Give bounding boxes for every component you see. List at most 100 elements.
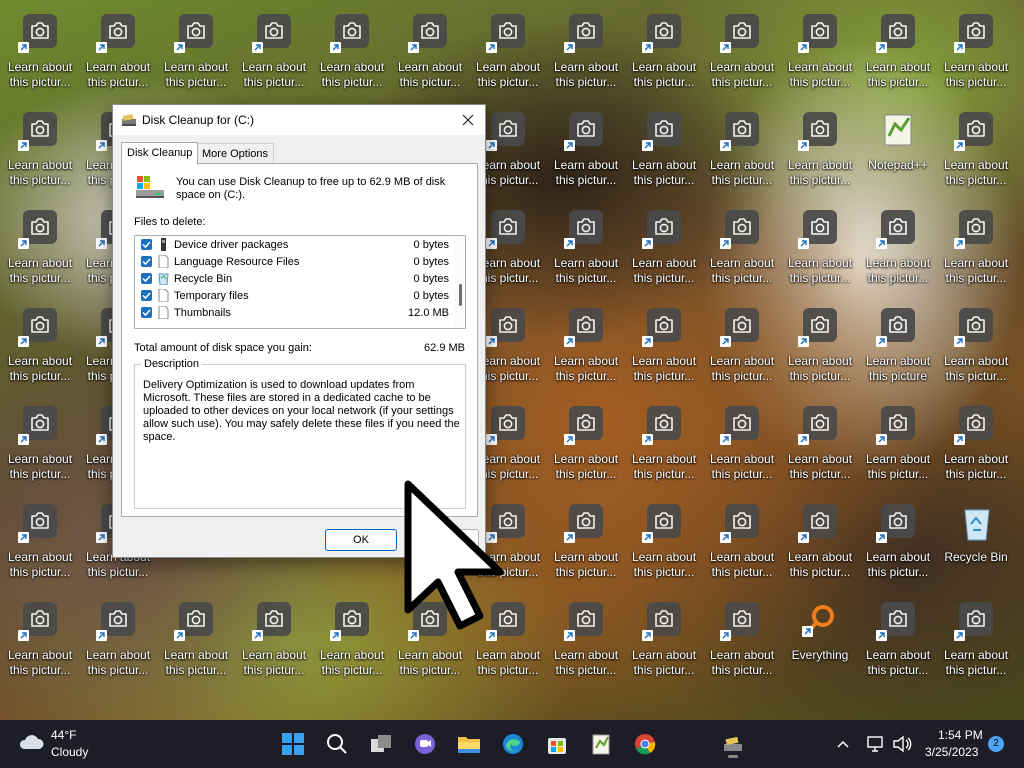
desktop-icon-learn-about-picture[interactable]: Learn about this pictur... (704, 8, 778, 100)
desktop-icon-learn-about-picture[interactable]: Learn about this pictur... (938, 106, 1012, 198)
list-item[interactable]: Recycle Bin 0 bytes (135, 271, 453, 288)
desktop-icon-notepad[interactable]: Notepad++ (860, 106, 934, 198)
desktop-icon-learn-about-picture[interactable]: Learn about this pictur... (704, 498, 778, 590)
desktop-icon-learn-about-picture[interactable]: Learn about this pictur... (392, 8, 466, 100)
desktop-icon-learn-about-picture[interactable]: Learn about this pictur... (704, 204, 778, 296)
desktop-icon-learn-about-picture[interactable]: Learn about this pictur... (2, 596, 76, 688)
clock-date[interactable]: 3/25/2023 (925, 745, 978, 759)
tab-disk-cleanup[interactable]: Disk Cleanup (121, 142, 199, 165)
desktop-icon-learn-about-picture[interactable]: Learn about this pictur... (782, 302, 856, 394)
desktop-icon-learn-about-picture[interactable]: Learn about this pictur... (548, 400, 622, 492)
list-item[interactable]: Device driver packages 0 bytes (135, 237, 453, 254)
volume-button[interactable] (888, 728, 916, 760)
desktop-icon-learn-about-picture[interactable]: Learn about this pictur... (314, 596, 388, 688)
task-view-button[interactable] (365, 728, 397, 760)
checkbox[interactable] (141, 273, 152, 284)
desktop-icon-learn-about-picture[interactable]: Learn about this pictur... (2, 204, 76, 296)
desktop-icon-learn-about-picture[interactable]: Learn about this pictur... (626, 302, 700, 394)
desktop-icon-learn-about-picture[interactable]: Learn about this pictur... (626, 8, 700, 100)
shortcut-arrow-icon (486, 238, 497, 249)
desktop-icon-learn-about-picture[interactable]: Learn about this pictur... (548, 204, 622, 296)
files-list[interactable]: Device driver packages 0 bytes Language … (134, 235, 466, 329)
desktop-icon-learn-about-picture[interactable]: Learn about this pictur... (626, 596, 700, 688)
desktop-icon-learn-about-picture[interactable]: Learn about this pictur... (548, 302, 622, 394)
scrollbar[interactable] (455, 236, 465, 328)
ok-button[interactable]: OK (325, 529, 397, 551)
checkbox[interactable] (141, 256, 152, 267)
desktop-icon-learn-about-picture[interactable]: Learn about this pictur... (782, 498, 856, 590)
network-button[interactable] (862, 728, 890, 760)
desktop-icon-learn-about-picture[interactable]: Learn about this pictur... (938, 400, 1012, 492)
chrome-button[interactable] (629, 728, 661, 760)
scroll-thumb[interactable] (459, 284, 462, 306)
checkbox[interactable] (141, 239, 152, 250)
desktop-icon-learn-about-picture[interactable]: Learn about this pictur... (860, 498, 934, 590)
desktop-icon-learn-about-picture[interactable]: Learn about this pictur... (2, 498, 76, 590)
edge-button[interactable] (497, 728, 529, 760)
desktop-icon-learn-about-picture[interactable]: Learn about this pictur... (938, 302, 1012, 394)
desktop-icon-learn-about-picture[interactable]: Learn about this picture (860, 302, 934, 394)
desktop-icon-learn-about-picture[interactable]: Learn about this pictur... (704, 400, 778, 492)
desktop-icon-learn-about-picture[interactable]: Learn about this pictur... (158, 596, 232, 688)
desktop-icon-learn-about-picture[interactable]: Learn about this pictur... (860, 8, 934, 100)
file-explorer-button[interactable] (453, 728, 485, 760)
title-bar[interactable]: Disk Cleanup for (C:) (113, 105, 485, 135)
close-button[interactable] (451, 105, 485, 135)
desktop-icon-recycle[interactable]: Recycle Bin (938, 498, 1012, 590)
list-item[interactable]: Thumbnails 12.0 MB (135, 305, 453, 322)
show-hidden-icons-button[interactable] (829, 728, 857, 760)
desktop-icon-learn-about-picture[interactable]: Learn about this pictur... (704, 106, 778, 198)
search-button[interactable] (321, 728, 353, 760)
desktop-icon-learn-about-picture[interactable]: Learn about this pictur... (860, 204, 934, 296)
desktop-icon-learn-about-picture[interactable]: Learn about this pictur... (704, 302, 778, 394)
desktop-icon-learn-about-picture[interactable]: Learn about this pictur... (236, 8, 310, 100)
desktop-icon-learn-about-picture[interactable]: Learn about this pictur... (626, 498, 700, 590)
weather-temperature[interactable]: 44°F (51, 728, 76, 742)
list-item[interactable]: Temporary files 0 bytes (135, 288, 453, 305)
clock-time[interactable]: 1:54 PM (938, 728, 983, 742)
desktop-icon-learn-about-picture[interactable]: Learn about this pictur... (782, 8, 856, 100)
desktop-icon-learn-about-picture[interactable]: Learn about this pictur... (782, 204, 856, 296)
desktop-icon-learn-about-picture[interactable]: Learn about this pictur... (548, 106, 622, 198)
list-item[interactable]: Language Resource Files 0 bytes (135, 254, 453, 271)
desktop-icon-learn-about-picture[interactable]: Learn about this pictur... (782, 106, 856, 198)
desktop-icon-learn-about-picture[interactable]: Learn about this pictur... (860, 400, 934, 492)
shortcut-arrow-icon (876, 238, 887, 249)
desktop-icon-label: Learn about this pictur... (475, 60, 541, 89)
tab-more-options[interactable]: More Options (196, 143, 275, 164)
desktop-icon-learn-about-picture[interactable]: Learn about this pictur... (548, 8, 622, 100)
shortcut-arrow-icon (876, 336, 887, 347)
weather-condition[interactable]: Cloudy (51, 745, 88, 759)
desktop-icon-learn-about-picture[interactable]: Learn about this pictur... (158, 8, 232, 100)
desktop-icon-learn-about-picture[interactable]: Learn about this pictur... (626, 106, 700, 198)
desktop-icon-learn-about-picture[interactable]: Learn about this pictur... (626, 204, 700, 296)
desktop-icon-everything[interactable]: Everything (782, 596, 856, 688)
desktop-icon-learn-about-picture[interactable]: Learn about this pictur... (548, 596, 622, 688)
desktop-icon-learn-about-picture[interactable]: Learn about this pictur... (548, 498, 622, 590)
desktop-icon-learn-about-picture[interactable]: Learn about this pictur... (782, 400, 856, 492)
notification-badge[interactable]: 2 (988, 736, 1004, 752)
desktop-icon-learn-about-picture[interactable]: Learn about this pictur... (626, 400, 700, 492)
desktop-icon-learn-about-picture[interactable]: Learn about this pictur... (80, 8, 154, 100)
checkbox[interactable] (141, 307, 152, 318)
desktop-icon-learn-about-picture[interactable]: Learn about this pictur... (2, 302, 76, 394)
notepadpp-button[interactable] (585, 728, 617, 760)
disk-cleanup-button[interactable] (717, 728, 749, 760)
desktop-icon-learn-about-picture[interactable]: Learn about this pictur... (860, 596, 934, 688)
chat-button[interactable] (409, 728, 441, 760)
desktop-icon-learn-about-picture[interactable]: Learn about this pictur... (236, 596, 310, 688)
desktop-icon-learn-about-picture[interactable]: Learn about this pictur... (2, 400, 76, 492)
store-button[interactable] (541, 728, 573, 760)
desktop-icon-learn-about-picture[interactable]: Learn about this pictur... (938, 204, 1012, 296)
desktop-icon-learn-about-picture[interactable]: Learn about this pictur... (470, 8, 544, 100)
desktop-icon-learn-about-picture[interactable]: Learn about this pictur... (2, 8, 76, 100)
desktop-icon-learn-about-picture[interactable]: Learn about this pictur... (314, 8, 388, 100)
desktop-icon-learn-about-picture[interactable]: Learn about this pictur... (704, 596, 778, 688)
desktop-icon-learn-about-picture[interactable]: Learn about this pictur... (2, 106, 76, 198)
cloudy-weather-icon[interactable] (18, 731, 44, 756)
checkbox[interactable] (141, 290, 152, 301)
start-button[interactable] (277, 728, 309, 760)
desktop-icon-learn-about-picture[interactable]: Learn about this pictur... (938, 596, 1012, 688)
desktop-icon-learn-about-picture[interactable]: Learn about this pictur... (938, 8, 1012, 100)
desktop-icon-learn-about-picture[interactable]: Learn about this pictur... (80, 596, 154, 688)
